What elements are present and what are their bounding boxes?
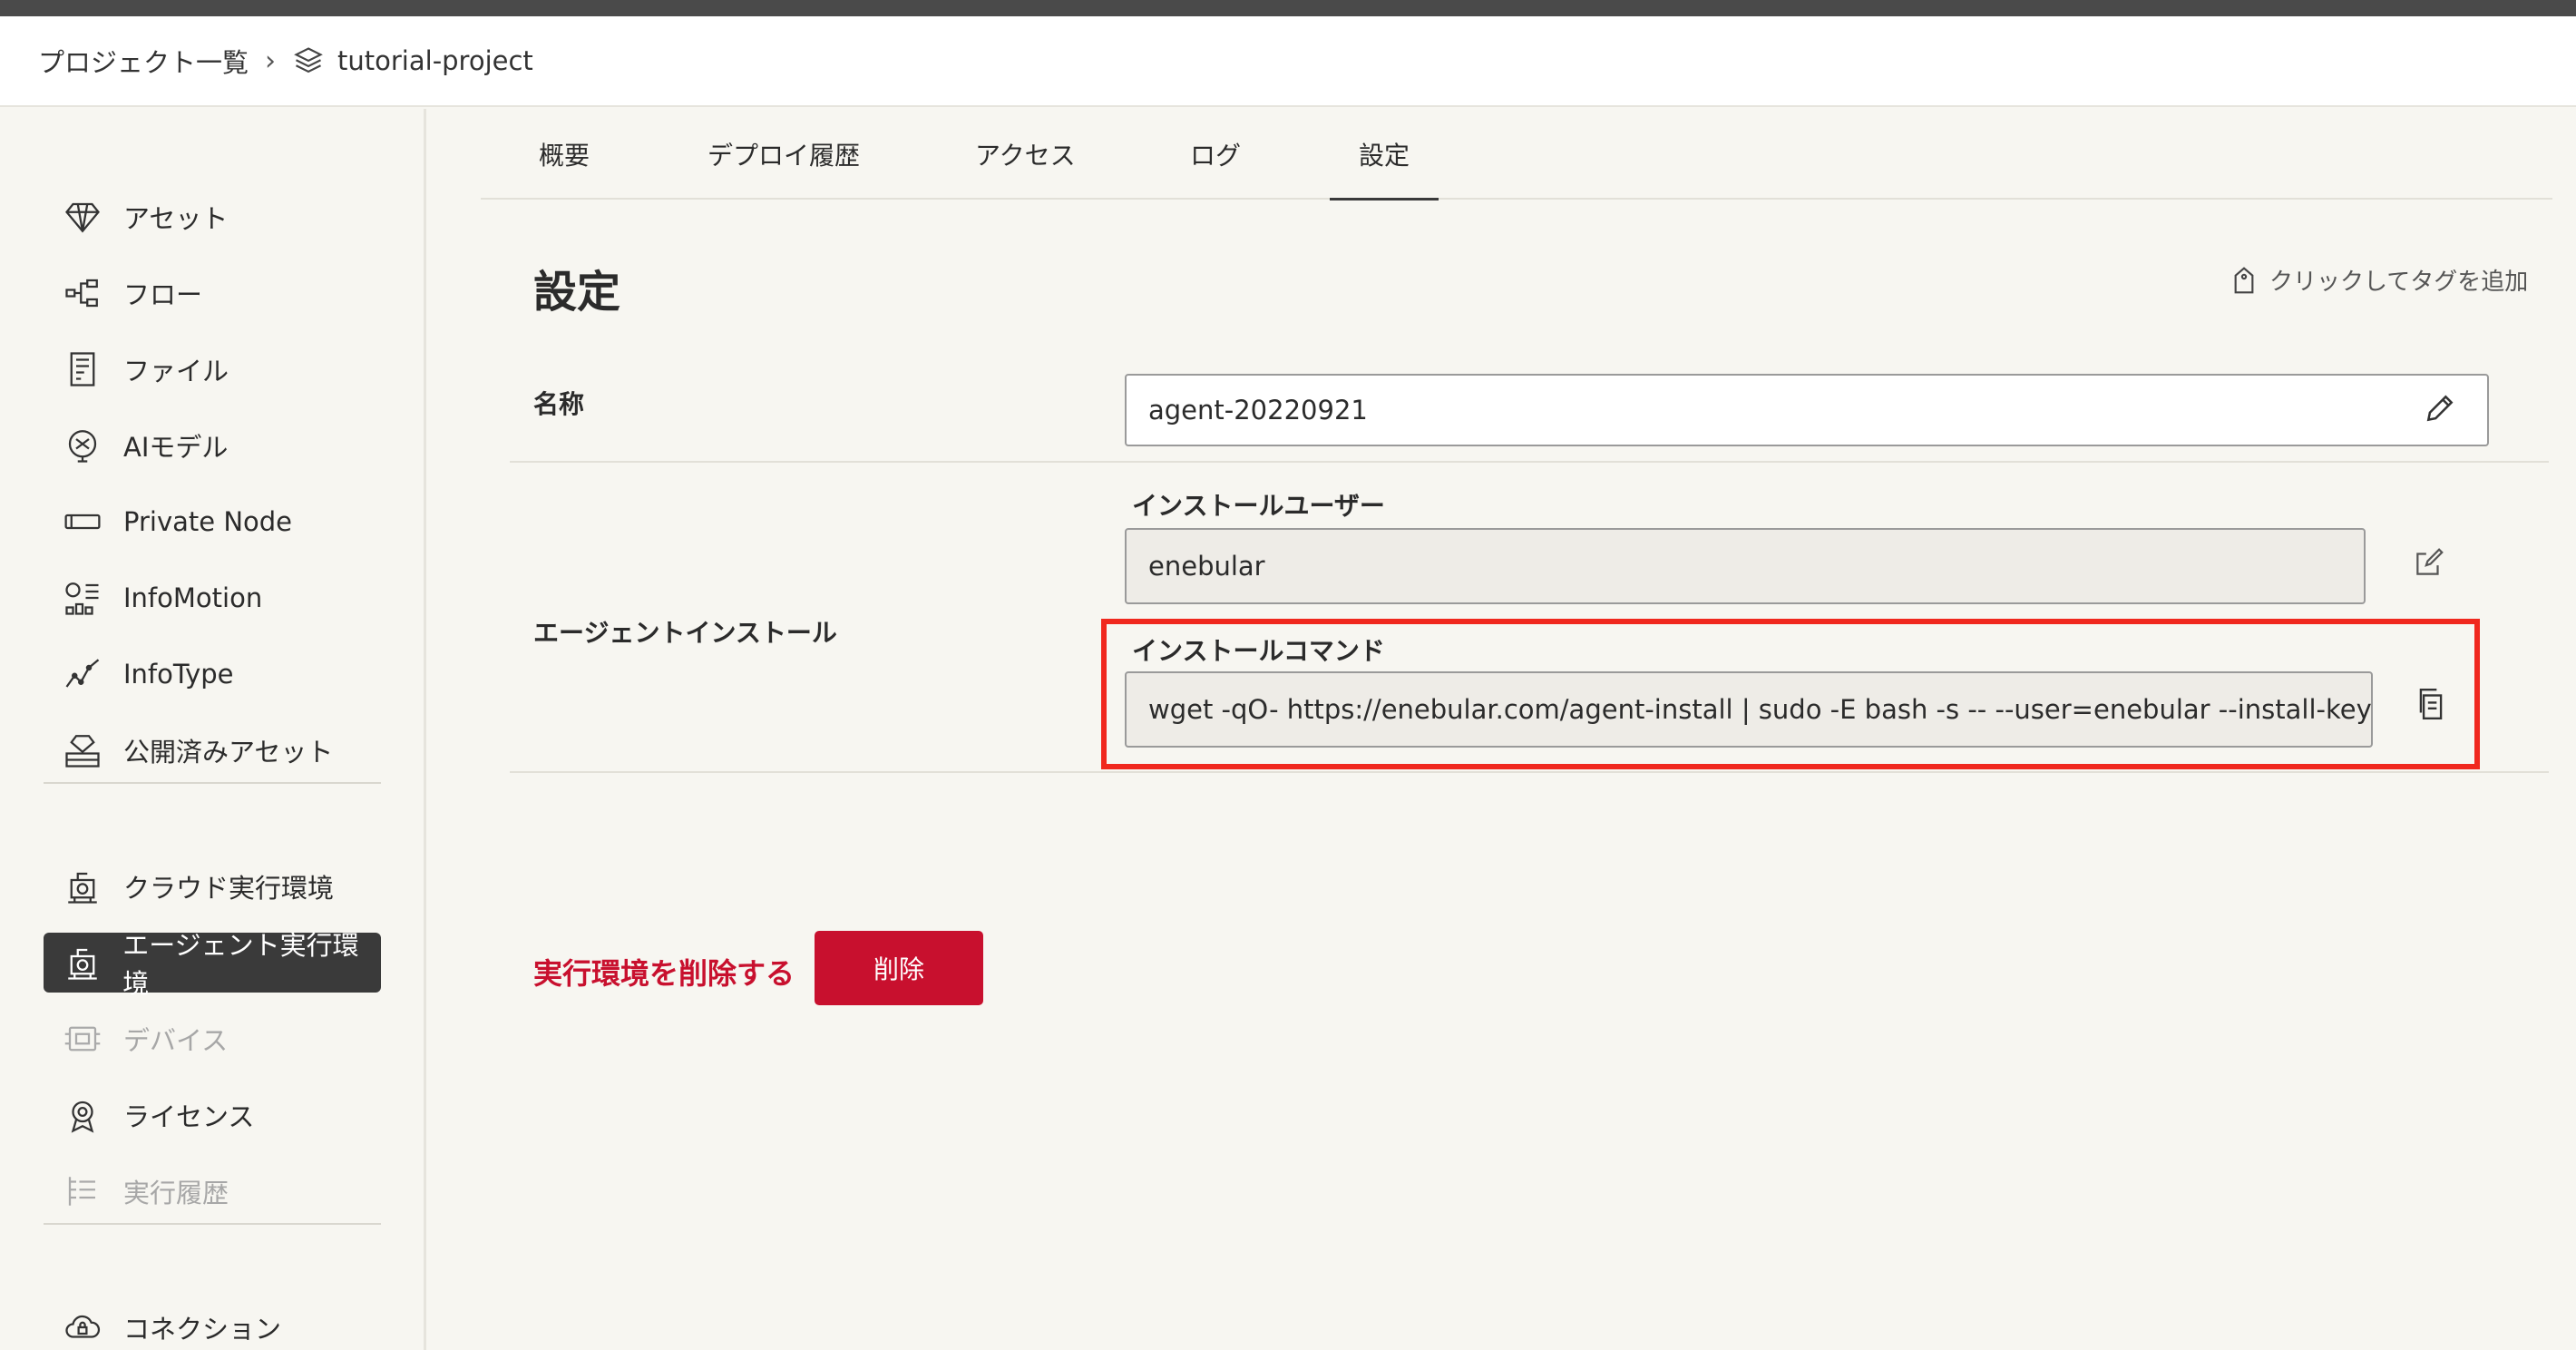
tab-deploy-history[interactable]: デプロイ履歴 (707, 136, 860, 172)
sidebar-item-label: アセット (123, 203, 229, 234)
sidebar-item-label: フロー (123, 279, 203, 310)
sidebar-item-label: ライセンス (123, 1101, 255, 1132)
sidebar-item-files[interactable]: ファイル (44, 339, 381, 399)
tab-logs[interactable]: ログ (1190, 136, 1241, 172)
sidebar-item-label: コネクション (123, 1314, 282, 1345)
agent-runtime-icon (62, 942, 102, 983)
pencil-icon (2426, 395, 2454, 422)
layers-icon (294, 47, 323, 73)
sidebar-item-label: AIモデル (123, 432, 229, 463)
infomotion-icon (62, 577, 103, 619)
tab-bar: 概要 デプロイ履歴 アクセス ログ 設定 (481, 109, 2552, 201)
sidebar-item-cloud-runtime[interactable]: クラウド実行環境 (44, 856, 381, 916)
page-title: 設定 (533, 267, 621, 318)
header-breadcrumb: プロジェクト一覧 › tutorial-project (0, 16, 2576, 107)
window-top-strip (0, 0, 2576, 16)
sidebar-divider (44, 782, 381, 784)
cloud-runtime-icon (62, 866, 103, 907)
sidebar-item-license[interactable]: ライセンス (44, 1085, 381, 1145)
breadcrumb-separator: › (265, 44, 277, 77)
flow-icon (62, 272, 103, 314)
sidebar-item-label: デバイス (123, 1025, 229, 1056)
history-icon (62, 1170, 103, 1212)
sidebar-item-published-assets[interactable]: 公開済みアセット (44, 720, 381, 780)
edit-install-user-button[interactable] (2409, 543, 2449, 582)
license-icon (62, 1094, 103, 1136)
edit-icon (2416, 548, 2444, 575)
sidebar-item-agent-runtime[interactable]: エージェント実行環境 (44, 930, 381, 999)
sidebar-item-label: クラウド実行環境 (123, 873, 335, 904)
agent-install-label: エージェントインストール (533, 618, 837, 648)
ai-model-icon (62, 425, 103, 466)
sidebar-item-private-node[interactable]: Private Node (44, 492, 381, 552)
published-icon (62, 729, 103, 771)
edit-name-button[interactable] (2420, 388, 2460, 428)
sidebar-item-devices[interactable]: デバイス (44, 1009, 381, 1069)
sidebar-item-infomotion[interactable]: InfoMotion (44, 568, 381, 628)
tab-settings[interactable]: 設定 (1359, 136, 1410, 172)
breadcrumb-project-list-link[interactable]: プロジェクト一覧 (38, 42, 249, 80)
sidebar: アセット フロー ファイル AIモデル Private Node InfoMot… (0, 109, 426, 1350)
connection-icon (62, 1306, 103, 1348)
delete-runtime-label: 実行環境を削除する (533, 956, 795, 991)
node-icon (62, 501, 103, 543)
add-tag-label: クリックしてタグを追加 (2269, 269, 2529, 296)
chart-line-icon (62, 653, 103, 695)
sidebar-item-label: Private Node (123, 506, 293, 537)
name-value: agent-20220921 (1148, 395, 1368, 426)
add-tag-button[interactable]: クリックしてタグを追加 (2231, 263, 2528, 297)
sidebar-item-connection[interactable]: コネクション (44, 1297, 381, 1350)
tab-overview[interactable]: 概要 (539, 136, 590, 172)
name-field[interactable]: agent-20220921 (1125, 374, 2489, 446)
sidebar-item-label: エージェント実行環境 (122, 930, 359, 999)
sidebar-item-label: InfoMotion (123, 582, 263, 613)
device-icon (62, 1018, 103, 1060)
tab-access[interactable]: アクセス (975, 136, 1076, 172)
sidebar-item-infotype[interactable]: InfoType (44, 644, 381, 704)
install-user-field: enebular (1125, 528, 2366, 604)
breadcrumb-current-project: tutorial-project (337, 45, 533, 76)
sidebar-divider (44, 1223, 381, 1225)
sidebar-item-ai-model[interactable]: AIモデル (44, 416, 381, 475)
file-icon (62, 348, 103, 390)
sidebar-item-flow[interactable]: フロー (44, 263, 381, 323)
gem-icon (62, 196, 103, 238)
active-tab-indicator (1330, 198, 1439, 201)
delete-button[interactable]: 削除 (815, 931, 983, 1005)
sidebar-item-label: ファイル (123, 356, 229, 386)
install-user-label: インストールユーザー (1132, 491, 1385, 521)
sidebar-item-run-history[interactable]: 実行履歴 (44, 1161, 381, 1221)
name-label: 名称 (533, 389, 585, 419)
sidebar-item-label: 実行履歴 (123, 1178, 229, 1208)
tag-icon (2234, 266, 2254, 293)
sidebar-item-label: InfoType (123, 659, 234, 690)
sidebar-item-label: 公開済みアセット (123, 737, 334, 768)
row-divider (510, 771, 2549, 773)
sidebar-item-assets[interactable]: アセット (44, 187, 381, 247)
install-user-value: enebular (1148, 551, 1265, 582)
row-divider (510, 461, 2549, 463)
highlight-box (1101, 619, 2480, 769)
